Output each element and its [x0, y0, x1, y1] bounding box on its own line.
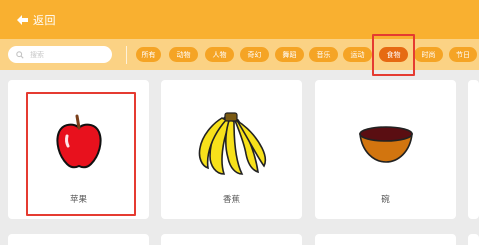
tag-all[interactable]: 所有 — [136, 47, 161, 62]
tag-fashion[interactable]: 时尚 — [414, 47, 443, 62]
item-label: 苹果 — [69, 195, 87, 205]
tag-fantasy[interactable]: 奇幻 — [240, 47, 269, 62]
item-card-row2[interactable] — [468, 234, 479, 245]
filter-bar: 所有 动物 人物 奇幻 舞蹈 音乐 运动 食物 时尚 节日 — [0, 39, 479, 70]
item-label: 香蕉 — [222, 195, 240, 205]
item-card-apple[interactable]: 苹果 — [8, 80, 149, 219]
tag-sports[interactable]: 运动 — [343, 47, 372, 62]
item-card-row2[interactable] — [315, 234, 456, 245]
tag-people[interactable]: 人物 — [205, 47, 234, 62]
item-card-banana[interactable]: 香蕉 — [161, 80, 302, 219]
back-label: 返回 — [33, 13, 56, 27]
tag-music[interactable]: 音乐 — [309, 47, 338, 62]
search-icon — [16, 50, 24, 59]
apple-icon — [55, 114, 102, 169]
item-card-row2[interactable] — [8, 234, 149, 245]
search-input[interactable] — [30, 50, 100, 59]
divider — [126, 46, 127, 64]
tag-holiday[interactable]: 节日 — [449, 47, 477, 62]
item-card-partial[interactable] — [468, 80, 479, 219]
tag-food[interactable]: 食物 — [379, 47, 408, 62]
bowl-icon — [358, 126, 413, 163]
banana-icon — [198, 112, 266, 175]
arrow-left-icon — [17, 14, 28, 25]
item-card-row2[interactable] — [161, 234, 302, 245]
back-button[interactable]: 返回 — [17, 12, 56, 28]
item-label: 碗 — [381, 195, 390, 205]
tag-animals[interactable]: 动物 — [169, 47, 198, 62]
top-header: 返回 — [0, 0, 479, 39]
item-card-bowl[interactable]: 碗 — [315, 80, 456, 219]
tag-dance[interactable]: 舞蹈 — [275, 47, 304, 62]
search-box[interactable] — [8, 46, 112, 63]
